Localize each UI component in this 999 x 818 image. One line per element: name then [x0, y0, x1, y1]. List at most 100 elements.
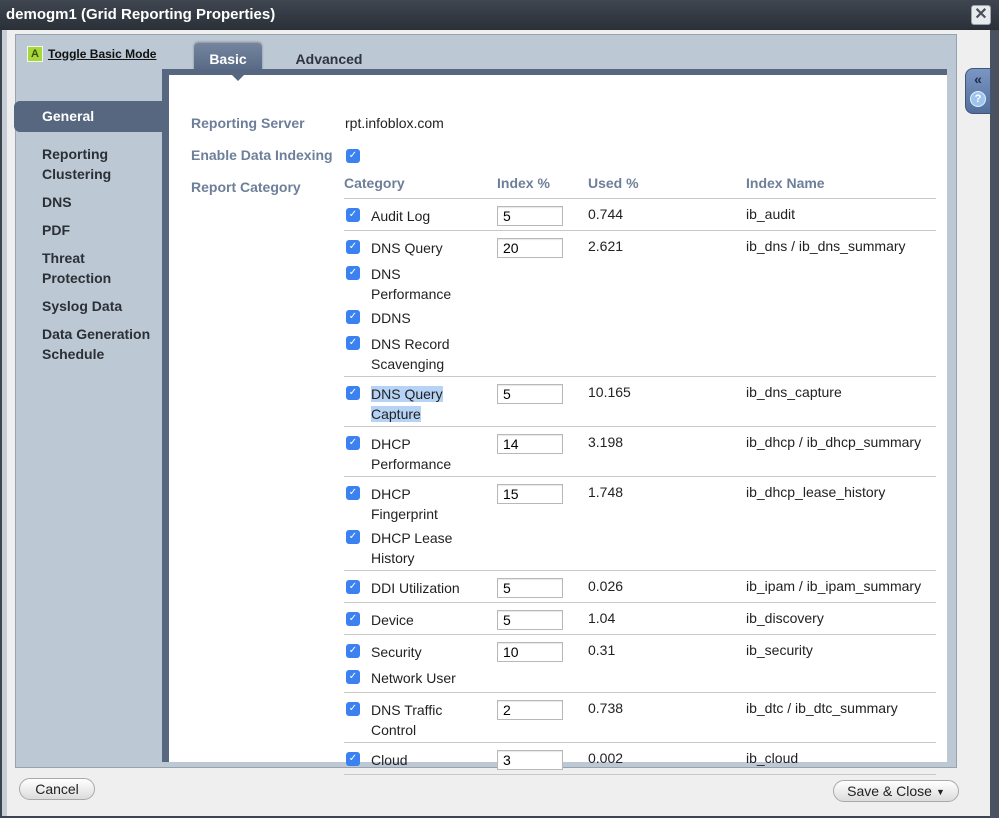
used-percent-cell [588, 524, 746, 568]
category-group: ✓ DHCP Performance 3.198 ib_dhcp / ib_dhcp_… [344, 427, 936, 477]
used-percent-cell: 10.165 [588, 384, 631, 400]
used-percent-cell [588, 664, 746, 690]
category-checkbox[interactable]: ✓ [346, 436, 360, 450]
checkmark-icon: ✓ [348, 337, 358, 348]
toggle-basic-mode-link[interactable]: Toggle Basic Mode [48, 47, 156, 61]
index-name-cell: ib_ipam / ib_ipam_summary [746, 578, 922, 594]
category-checkbox[interactable]: ✓ [346, 208, 360, 222]
category-checkbox[interactable]: ✓ [346, 702, 360, 716]
table-row: ✓ DDI Utilization 0.026 ib_ipam / ib_ipam_s… [344, 574, 936, 600]
index-percent-input[interactable] [497, 750, 563, 770]
index-percent-cell [497, 330, 588, 374]
sidebar-item-data-generation-schedule[interactable]: Data Generation Schedule [16, 320, 156, 368]
checkmark-icon: ✓ [348, 753, 358, 764]
category-checkbox[interactable]: ✓ [346, 644, 360, 658]
table-row: ✓ Device 1.04 ib_discovery [344, 606, 936, 632]
index-percent-cell [497, 664, 588, 690]
category-checkbox[interactable]: ✓ [346, 266, 360, 280]
index-percent-cell [497, 574, 588, 600]
side-toolbar: « ? [965, 68, 991, 114]
category-label: DNS Traffic Control [371, 702, 443, 738]
checkmark-icon: ✓ [348, 531, 358, 542]
category-checkbox[interactable]: ✓ [346, 486, 360, 500]
category-checkbox[interactable]: ✓ [346, 386, 360, 400]
header-category: Category [344, 175, 405, 191]
index-name-cell: ib_dtc / ib_dtc_summary [746, 700, 898, 716]
category-cell: ✓ DNS Performance [344, 260, 497, 304]
category-checkbox[interactable]: ✓ [346, 240, 360, 254]
sidebar-item-reporting-clustering[interactable]: Reporting Clustering [16, 140, 116, 188]
close-icon: ✕ [974, 6, 988, 23]
index-percent-input[interactable] [497, 238, 563, 258]
used-percent-cell: 0.026 [588, 578, 624, 594]
save-and-close-button[interactable]: Save & Close ▼ [833, 780, 959, 802]
category-label: DDNS [371, 310, 411, 326]
used-percent-cell: 2.621 [588, 238, 624, 254]
category-cell: ✓ DHCP Lease History [344, 524, 497, 568]
category-group: ✓ Audit Log 0.744 ib_audit [344, 199, 936, 231]
table-row: ✓ DHCP Fingerprint 1.748 ib_dhcp_lease_hist… [344, 480, 936, 524]
dropdown-caret-icon[interactable]: ▼ [936, 787, 945, 797]
sidebar-item-general[interactable]: General [14, 101, 164, 132]
reporting-server-label: Reporting Server [191, 115, 305, 131]
category-checkbox[interactable]: ✓ [346, 612, 360, 626]
sidebar-item-threat-protection[interactable]: Threat Protection [16, 244, 116, 292]
help-icon[interactable]: ? [970, 91, 986, 107]
index-percent-input[interactable] [497, 434, 563, 454]
index-percent-input[interactable] [497, 610, 563, 630]
category-label: Security [371, 644, 422, 660]
category-group: ✓ DNS Query Capture 10.165 ib_dns_capture [344, 377, 936, 427]
table-row: ✓ Network User [344, 664, 936, 690]
index-percent-input[interactable] [497, 642, 563, 662]
dialog-footer: Cancel Save & Close ▼ [7, 772, 995, 816]
category-cell: ✓ Cloud [344, 746, 497, 772]
category-checkbox[interactable]: ✓ [346, 310, 360, 324]
index-percent-input[interactable] [497, 700, 563, 720]
checkmark-icon: ✓ [348, 487, 358, 498]
enable-data-indexing-checkbox[interactable]: ✓ [346, 149, 360, 163]
cancel-button[interactable]: Cancel [19, 778, 95, 800]
index-percent-input[interactable] [497, 578, 563, 598]
sidebar-item-syslog-data[interactable]: Syslog Data [16, 292, 164, 320]
window-title: demogm1 (Grid Reporting Properties) [6, 6, 276, 23]
sidebar-nav: General Reporting Clustering DNS PDF Thr… [14, 101, 164, 368]
category-cell: ✓ Audit Log [344, 202, 497, 228]
index-percent-cell [497, 606, 588, 632]
toggle-basic-mode[interactable]: A Toggle Basic Mode [27, 46, 156, 62]
sidebar-item-pdf[interactable]: PDF [16, 216, 164, 244]
table-row: ✓ Security 0.31 ib_security [344, 638, 936, 664]
table-row: ✓ DNS Query 2.621 ib_dns / ib_dns_summary [344, 234, 936, 260]
index-name-cell [746, 330, 936, 374]
collapse-panel-icon[interactable]: « [966, 71, 990, 87]
index-percent-cell [497, 524, 588, 568]
category-label: DHCP Performance [371, 436, 452, 472]
category-checkbox[interactable]: ✓ [346, 530, 360, 544]
index-percent-cell [497, 746, 588, 772]
index-percent-input[interactable] [497, 384, 563, 404]
checkmark-icon: ✓ [348, 437, 358, 448]
index-percent-cell [497, 234, 588, 260]
category-label: Cloud [371, 752, 408, 768]
index-name-cell [746, 304, 936, 330]
category-label: Audit Log [371, 208, 431, 224]
close-button[interactable]: ✕ [971, 5, 991, 25]
checkmark-icon: ✓ [348, 267, 358, 278]
header-index-percent: Index % [497, 175, 550, 191]
used-percent-cell: 0.002 [588, 750, 624, 766]
category-cell: ✓ DNS Query [344, 234, 497, 260]
category-label: DHCP Fingerprint [371, 486, 438, 522]
index-name-cell: ib_dhcp / ib_dhcp_summary [746, 434, 922, 450]
index-name-cell: ib_dhcp_lease_history [746, 484, 886, 500]
category-checkbox[interactable]: ✓ [346, 580, 360, 594]
index-percent-input[interactable] [497, 484, 563, 504]
table-header: Category Index % Used % Index Name [344, 175, 936, 199]
category-checkbox[interactable]: ✓ [346, 670, 360, 684]
checkmark-icon: ✓ [348, 671, 358, 682]
category-checkbox[interactable]: ✓ [346, 752, 360, 766]
category-checkbox[interactable]: ✓ [346, 336, 360, 350]
enable-data-indexing-label: Enable Data Indexing [191, 147, 333, 163]
index-percent-input[interactable] [497, 206, 563, 226]
sidebar-item-dns[interactable]: DNS [16, 188, 164, 216]
table-row: ✓ DDNS [344, 304, 936, 330]
table-row: ✓ DHCP Performance 3.198 ib_dhcp / ib_dhcp_… [344, 430, 936, 474]
